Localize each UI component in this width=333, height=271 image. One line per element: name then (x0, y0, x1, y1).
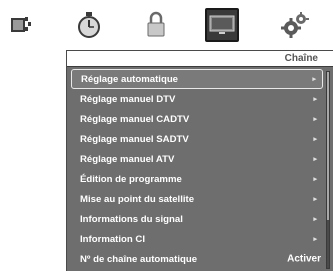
arrow-right-icon: ▸ (313, 96, 317, 103)
menu-item-manual-sadtv[interactable]: Réglage manuel SADTV ▸ (71, 129, 323, 149)
menu-item-program-edit[interactable]: Édition de programme ▸ (71, 169, 323, 189)
menu-item-label: Réglage manuel ATV (80, 153, 175, 165)
menu-item-label: Mise au point du satellite (80, 193, 195, 205)
left-blank-area (0, 50, 68, 271)
menu-item-label: Réglage automatique (81, 73, 179, 85)
gears-icon[interactable] (278, 8, 312, 42)
arrow-right-icon: ▸ (313, 116, 317, 123)
arrow-right-icon: ▸ (313, 156, 317, 163)
menu-item-value: Activer (287, 253, 321, 265)
menu-item-label: Réglage manuel DTV (80, 93, 176, 105)
menu-item-label: Nº de chaîne automatique (80, 253, 198, 265)
channel-menu-panel: Chaîne Réglage automatique ▸ Réglage man… (66, 50, 333, 271)
menu-item-manual-dtv[interactable]: Réglage manuel DTV ▸ (71, 89, 323, 109)
menu-item-label: Édition de programme (80, 173, 182, 185)
menu-item-ci-info[interactable]: Information CI ▸ (71, 229, 323, 249)
menu-item-satellite-tuning[interactable]: Mise au point du satellite ▸ (71, 189, 323, 209)
lock-icon[interactable] (142, 8, 170, 42)
channel-menu: Réglage automatique ▸ Réglage manuel DTV… (71, 69, 323, 269)
arrow-right-icon: ▸ (313, 196, 317, 203)
menu-item-signal-info[interactable]: Informations du signal ▸ (71, 209, 323, 229)
panel-header: Chaîne (67, 51, 333, 67)
clock-icon[interactable] (72, 8, 106, 42)
top-icon-bar (0, 0, 333, 50)
menu-item-auto-channel-number[interactable]: Nº de chaîne automatique Activer (71, 249, 323, 269)
panel-title: Chaîne (284, 53, 318, 64)
arrow-right-icon: ▸ (313, 136, 317, 143)
menu-item-manual-atv[interactable]: Réglage manuel ATV ▸ (71, 149, 323, 169)
menu-item-auto-tuning[interactable]: Réglage automatique ▸ (71, 69, 323, 89)
arrow-right-icon: ▸ (312, 76, 316, 83)
picture-icon[interactable] (6, 8, 36, 42)
menu-item-label: Informations du signal (80, 213, 183, 225)
scrollbar-thumb[interactable] (327, 72, 329, 220)
arrow-right-icon: ▸ (313, 216, 317, 223)
menu-item-label: Réglage manuel CADTV (80, 113, 190, 125)
tv-icon[interactable] (205, 8, 239, 42)
arrow-right-icon: ▸ (313, 236, 317, 243)
menu-scrollbar[interactable] (326, 71, 330, 269)
arrow-right-icon: ▸ (313, 176, 317, 183)
menu-item-label: Information CI (80, 233, 146, 245)
menu-item-manual-cadtv[interactable]: Réglage manuel CADTV ▸ (71, 109, 323, 129)
menu-item-label: Réglage manuel SADTV (80, 133, 189, 145)
